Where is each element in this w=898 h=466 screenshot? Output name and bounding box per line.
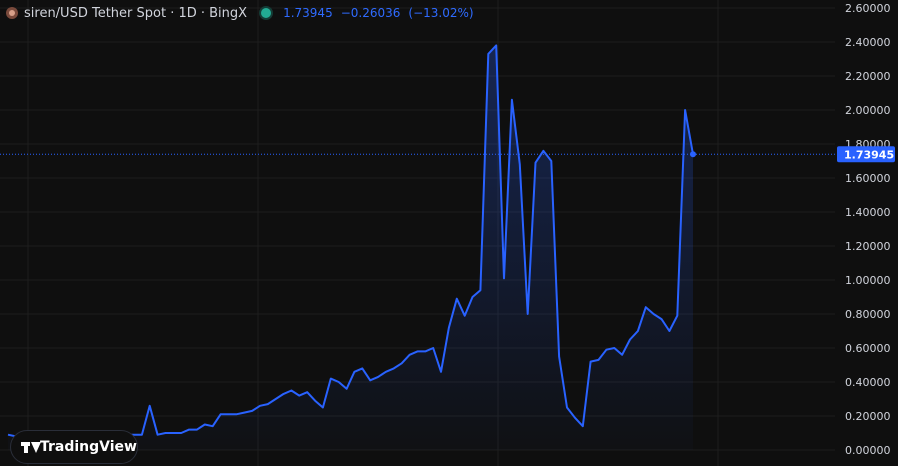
price-chart[interactable]: 2.600002.400002.200002.000001.800001.600… <box>0 0 898 466</box>
change-value: −0.26036 <box>340 6 401 20</box>
y-tick-label: 1.20000 <box>845 240 891 253</box>
y-tick-label: 0.20000 <box>845 410 891 423</box>
y-tick-label: 1.00000 <box>845 274 891 287</box>
y-tick-label: 0.60000 <box>845 342 891 355</box>
y-tick-label: 1.40000 <box>845 206 891 219</box>
price-area-fill <box>8 45 693 451</box>
tradingview-brand-text: TradingView <box>40 439 137 455</box>
symbol-title[interactable]: siren/USD Tether Spot · 1D · BingX <box>24 6 247 21</box>
legend-values: 1.73945 −0.26036 (−13.02%) <box>283 6 474 20</box>
y-tick-label: 1.60000 <box>845 172 891 185</box>
chart-legend[interactable]: siren/USD Tether Spot · 1D · BingX 1.739… <box>6 4 474 22</box>
last-price-value: 1.73945 <box>283 6 333 20</box>
y-tick-label: 2.40000 <box>845 36 891 49</box>
last-price-label: 1.73945 <box>844 148 894 161</box>
y-tick-label: 2.60000 <box>845 2 891 15</box>
price-axis[interactable]: 2.600002.400002.200002.000001.800001.600… <box>845 2 891 457</box>
tradingview-mark-icon <box>21 440 41 454</box>
last-price-marker <box>690 151 696 158</box>
y-tick-label: 0.00000 <box>845 444 891 457</box>
y-tick-label: 0.40000 <box>845 376 891 389</box>
change-percent-value: (−13.02%) <box>408 6 474 20</box>
tradingview-logo[interactable]: TradingView <box>10 430 138 464</box>
y-tick-label: 2.20000 <box>845 70 891 83</box>
y-tick-label: 0.80000 <box>845 308 891 321</box>
symbol-logo-icon <box>6 7 18 19</box>
market-status-icon[interactable] <box>259 6 274 20</box>
y-tick-label: 2.00000 <box>845 104 891 117</box>
